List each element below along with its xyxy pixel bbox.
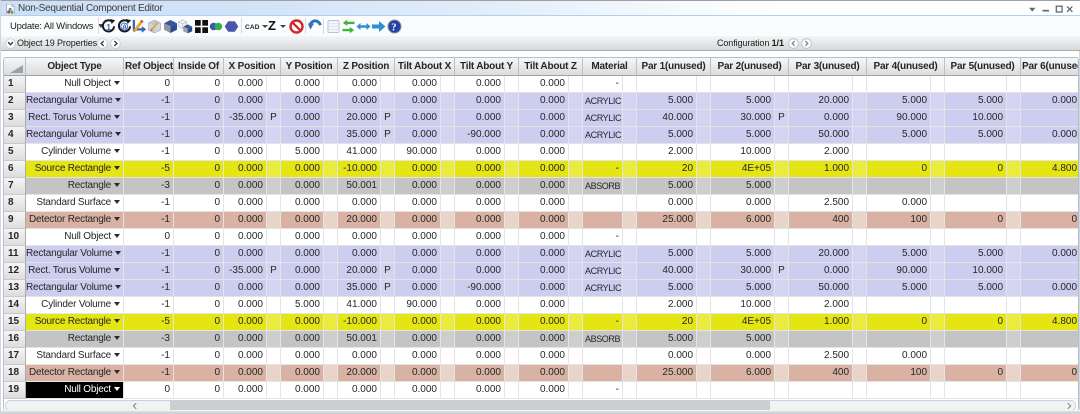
svg-text:A: A <box>121 22 127 31</box>
svg-text:?: ? <box>391 22 396 33</box>
svg-text:1: 1 <box>106 22 111 32</box>
